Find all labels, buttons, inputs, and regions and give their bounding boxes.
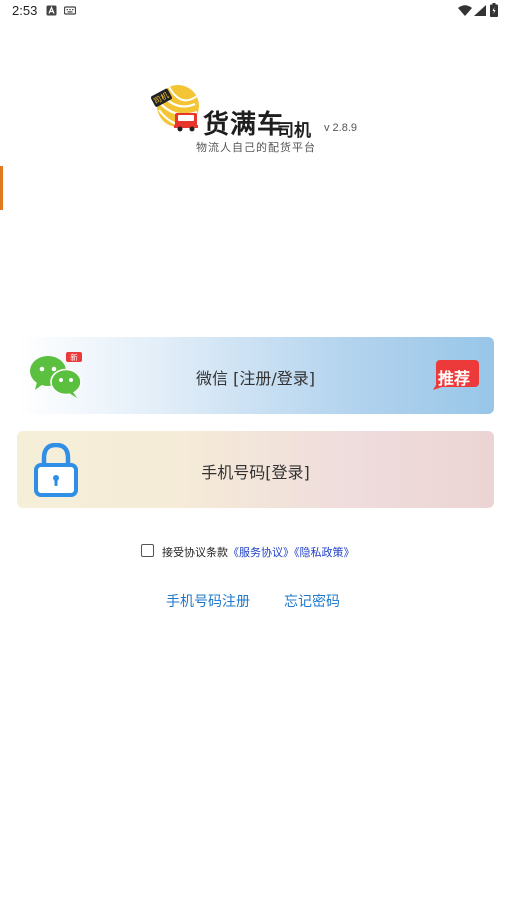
status-time: 2:53 — [12, 3, 38, 18]
app-title: 货满车 — [203, 110, 285, 140]
recommend-badge: 推荐 — [438, 369, 471, 388]
privacy-policy-link[interactable]: 《隐私政策》 — [294, 546, 355, 559]
wechat-login-button[interactable]: 新 微信 [注册/登录] 推荐 — [17, 337, 494, 414]
notification-keyboard-icon — [64, 6, 76, 15]
app-version: v 2.8.9 — [324, 122, 358, 134]
app-logo-icon: 司机 — [151, 85, 199, 132]
app-subtitle: 司机 — [277, 121, 311, 141]
forgot-password-link[interactable]: 忘记密码 — [284, 591, 340, 611]
status-bar: 2:53 — [0, 0, 511, 22]
notification-a-icon — [46, 5, 57, 16]
phone-login-button[interactable]: 手机号码[登录] — [17, 431, 494, 508]
agreement-checkbox[interactable] — [141, 544, 154, 557]
login-screen: 2:53 司机 货满车 司机 v 2.8.9 物流人自己的配货平台 新 微信 [… — [0, 0, 511, 910]
battery-icon — [490, 3, 498, 17]
agreement-text: 接受协议条款《服务协议》《隐私政策》 — [162, 544, 355, 560]
phone-login-label: 手机号码[登录] — [201, 463, 310, 482]
wechat-login-label: 微信 [注册/登录] — [196, 369, 315, 388]
phone-register-link[interactable]: 手机号码注册 — [166, 591, 250, 611]
service-agreement-link[interactable]: 《服务协议》 — [228, 546, 294, 559]
edge-accent — [0, 166, 3, 210]
app-slogan: 物流人自己的配货平台 — [196, 141, 316, 154]
signal-icon — [474, 5, 486, 16]
wifi-icon — [458, 5, 472, 16]
agreement-prefix: 接受协议条款 — [162, 546, 228, 559]
wechat-new-badge: 新 — [70, 352, 78, 362]
